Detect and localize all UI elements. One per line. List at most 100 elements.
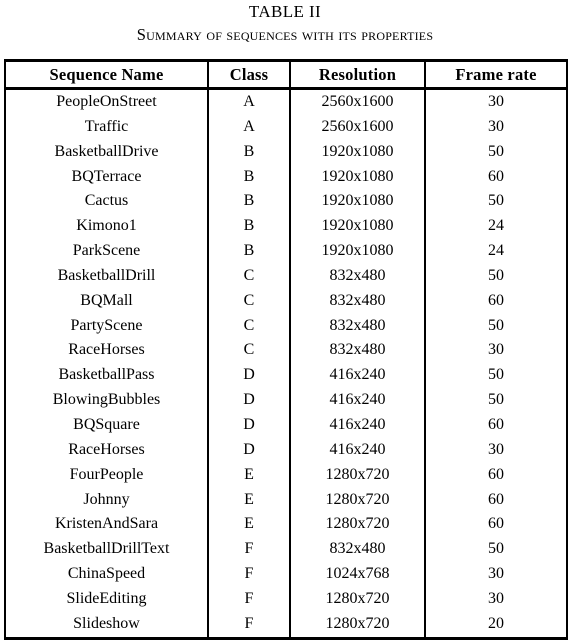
cell-resolution: 832x480 bbox=[289, 313, 426, 339]
cell-frame_rate: 30 bbox=[424, 338, 568, 364]
cell-name: BasketballDrillText bbox=[4, 537, 209, 563]
cell-name: KristenAndSara bbox=[4, 512, 209, 538]
table-row: BasketballPass D 416x240 50 bbox=[4, 363, 568, 389]
table-row: BasketballDrive B 1920x1080 50 bbox=[4, 139, 568, 165]
table-header: Sequence Name Class Resolution Frame rat… bbox=[4, 59, 568, 90]
cell-name: Kimono1 bbox=[4, 214, 209, 240]
table-row: FourPeople E 1280x720 60 bbox=[4, 462, 568, 488]
table-container: Sequence Name Class Resolution Frame rat… bbox=[4, 59, 568, 640]
cell-resolution: 832x480 bbox=[289, 263, 426, 289]
cell-resolution: 832x480 bbox=[289, 338, 426, 364]
table-row: BQMall C 832x480 60 bbox=[4, 288, 568, 314]
cell-resolution: 1280x720 bbox=[289, 586, 426, 612]
table-row: RaceHorses D 416x240 30 bbox=[4, 437, 568, 463]
cell-resolution: 416x240 bbox=[289, 363, 426, 389]
cell-name: BlowingBubbles bbox=[4, 388, 209, 413]
cell-class: E bbox=[207, 487, 291, 513]
cell-resolution: 1280x720 bbox=[289, 462, 426, 488]
cell-class: B bbox=[207, 139, 291, 165]
cell-resolution: 1920x1080 bbox=[289, 139, 426, 165]
table-caption: TABLE II Summary of sequences with its p… bbox=[0, 0, 570, 46]
column-header-resolution: Resolution bbox=[289, 59, 426, 90]
cell-frame_rate: 60 bbox=[424, 487, 568, 513]
cell-frame_rate: 30 bbox=[424, 586, 568, 612]
cell-resolution: 1920x1080 bbox=[289, 189, 426, 215]
table-row: BQSquare D 416x240 60 bbox=[4, 412, 568, 438]
cell-resolution: 832x480 bbox=[289, 288, 426, 314]
cell-name: Cactus bbox=[4, 189, 209, 215]
cell-frame_rate: 50 bbox=[424, 313, 568, 339]
table-row: Cactus B 1920x1080 50 bbox=[4, 189, 568, 215]
cell-class: A bbox=[207, 88, 291, 115]
cell-resolution: 1280x720 bbox=[289, 611, 426, 640]
cell-class: D bbox=[207, 388, 291, 413]
cell-name: RaceHorses bbox=[4, 338, 209, 364]
cell-frame_rate: 20 bbox=[424, 611, 568, 640]
cell-frame_rate: 50 bbox=[424, 263, 568, 289]
cell-frame_rate: 30 bbox=[424, 437, 568, 463]
cell-resolution: 1280x720 bbox=[289, 487, 426, 513]
cell-class: D bbox=[207, 437, 291, 463]
cell-frame_rate: 60 bbox=[424, 288, 568, 314]
cell-class: A bbox=[207, 114, 291, 140]
table-header-row: Sequence Name Class Resolution Frame rat… bbox=[4, 59, 568, 90]
sequences-table: Sequence Name Class Resolution Frame rat… bbox=[4, 59, 568, 640]
table-row: RaceHorses C 832x480 30 bbox=[4, 338, 568, 364]
cell-frame_rate: 50 bbox=[424, 537, 568, 563]
cell-frame_rate: 24 bbox=[424, 214, 568, 240]
cell-name: Johnny bbox=[4, 487, 209, 513]
cell-class: D bbox=[207, 363, 291, 389]
cell-class: B bbox=[207, 214, 291, 240]
cell-name: SlideEditing bbox=[4, 586, 209, 612]
cell-resolution: 1920x1080 bbox=[289, 214, 426, 240]
cell-frame_rate: 50 bbox=[424, 189, 568, 215]
cell-frame_rate: 30 bbox=[424, 562, 568, 587]
column-header-sequence-name: Sequence Name bbox=[4, 59, 209, 90]
cell-frame_rate: 24 bbox=[424, 239, 568, 264]
cell-frame_rate: 50 bbox=[424, 388, 568, 413]
cell-class: C bbox=[207, 263, 291, 289]
column-header-frame-rate: Frame rate bbox=[424, 59, 568, 90]
cell-class: F bbox=[207, 586, 291, 612]
cell-class: F bbox=[207, 611, 291, 640]
table-number: TABLE II bbox=[248, 2, 322, 21]
cell-name: Slideshow bbox=[4, 611, 209, 640]
cell-resolution: 416x240 bbox=[289, 412, 426, 438]
cell-name: BasketballDrive bbox=[4, 139, 209, 165]
cell-frame_rate: 30 bbox=[424, 88, 568, 115]
cell-name: BQMall bbox=[4, 288, 209, 314]
cell-name: PeopleOnStreet bbox=[4, 88, 209, 115]
table-row: ParkScene B 1920x1080 24 bbox=[4, 239, 568, 264]
cell-resolution: 2560x1600 bbox=[289, 114, 426, 140]
cell-name: BasketballPass bbox=[4, 363, 209, 389]
cell-resolution: 1280x720 bbox=[289, 512, 426, 538]
cell-name: BQSquare bbox=[4, 412, 209, 438]
cell-name: ChinaSpeed bbox=[4, 562, 209, 587]
cell-class: E bbox=[207, 462, 291, 488]
cell-frame_rate: 50 bbox=[424, 139, 568, 165]
cell-class: B bbox=[207, 164, 291, 190]
cell-name: ParkScene bbox=[4, 239, 209, 264]
column-header-class: Class bbox=[207, 59, 291, 90]
cell-class: F bbox=[207, 562, 291, 587]
table-row: BlowingBubbles D 416x240 50 bbox=[4, 388, 568, 413]
cell-name: Traffic bbox=[4, 114, 209, 140]
cell-name: FourPeople bbox=[4, 462, 209, 488]
table-row: ChinaSpeed F 1024x768 30 bbox=[4, 562, 568, 587]
cell-frame_rate: 30 bbox=[424, 114, 568, 140]
cell-resolution: 1920x1080 bbox=[289, 239, 426, 264]
cell-class: F bbox=[207, 537, 291, 563]
table-row: BQTerrace B 1920x1080 60 bbox=[4, 164, 568, 190]
table-row: PeopleOnStreet A 2560x1600 30 bbox=[4, 88, 568, 115]
cell-class: C bbox=[207, 338, 291, 364]
cell-frame_rate: 60 bbox=[424, 512, 568, 538]
cell-name: BQTerrace bbox=[4, 164, 209, 190]
table-row: SlideEditing F 1280x720 30 bbox=[4, 586, 568, 612]
cell-resolution: 1920x1080 bbox=[289, 164, 426, 190]
table-title: Summary of sequences with its properties bbox=[136, 25, 434, 44]
table-row: Slideshow F 1280x720 20 bbox=[4, 611, 568, 640]
table-page: TABLE II Summary of sequences with its p… bbox=[0, 0, 570, 644]
cell-class: C bbox=[207, 313, 291, 339]
cell-class: C bbox=[207, 288, 291, 314]
table-body: PeopleOnStreet A 2560x1600 30 Traffic A 2560x1… bbox=[4, 88, 568, 640]
